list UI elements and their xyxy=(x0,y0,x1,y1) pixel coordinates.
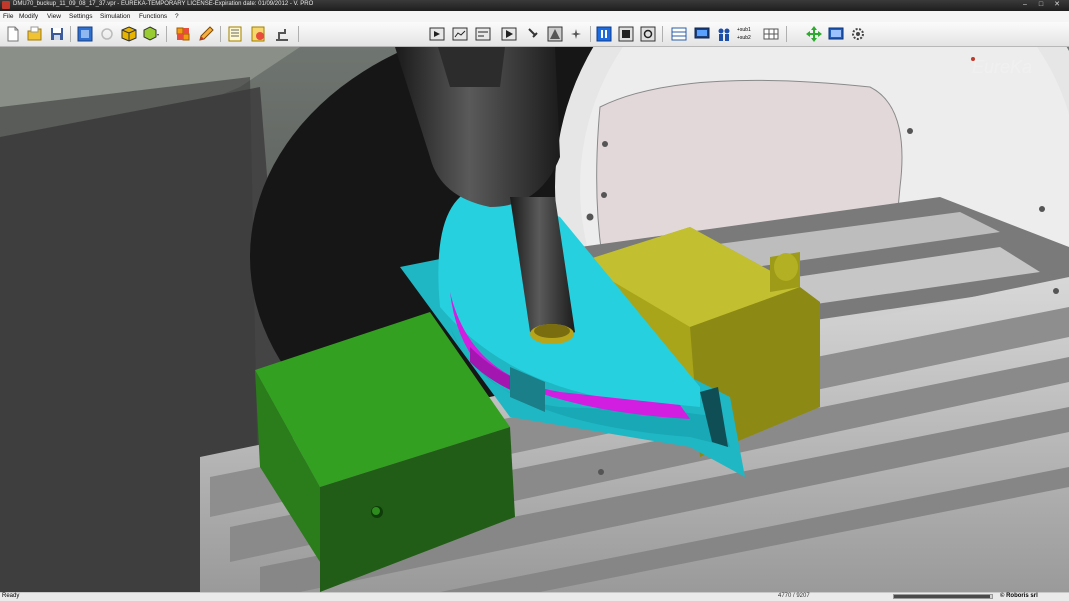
sub-icon[interactable]: +sub1 +sub2 xyxy=(737,25,759,43)
new-file-icon[interactable] xyxy=(4,25,22,43)
reset-icon[interactable] xyxy=(639,25,657,43)
vise-screw xyxy=(774,253,798,281)
logo-dot xyxy=(971,57,975,61)
copyright-text: © Roboris srl xyxy=(1000,593,1038,599)
list-icon[interactable] xyxy=(226,25,244,43)
move-icon[interactable] xyxy=(805,25,823,43)
block-counter: 4770 / 9207 xyxy=(778,593,810,599)
stop-icon[interactable] xyxy=(617,25,635,43)
sub-label-2: +sub2 xyxy=(737,35,751,41)
bolt xyxy=(602,141,608,147)
minimize-button[interactable]: – xyxy=(1018,1,1032,9)
view-icon[interactable] xyxy=(76,25,94,43)
collision-icon[interactable] xyxy=(546,25,564,43)
window-title: DMU70_buckup_11_09_08_17_37.vpr - EUREKA… xyxy=(13,1,314,7)
progress-fill xyxy=(894,595,991,598)
display-icon[interactable] xyxy=(827,25,845,43)
toolbar-separator xyxy=(166,26,167,42)
menu-simulation[interactable]: Simulation xyxy=(100,13,130,20)
toolbar-separator xyxy=(662,26,663,42)
stock-cube-icon[interactable] xyxy=(120,25,138,43)
toolbar-separator xyxy=(70,26,71,42)
maximize-button[interactable]: □ xyxy=(1034,1,1048,9)
pencil-icon[interactable] xyxy=(197,25,215,43)
menu-view[interactable]: View xyxy=(47,13,61,20)
menu-settings[interactable]: Settings xyxy=(69,13,93,20)
monitor-icon[interactable] xyxy=(693,25,711,43)
gear-icon[interactable] xyxy=(849,25,867,43)
tool-icon[interactable] xyxy=(525,25,543,43)
title-bar: DMU70_buckup_11_09_08_17_37.vpr - EUREKA… xyxy=(0,0,1069,11)
toolbar-separator xyxy=(298,26,299,42)
star-icon[interactable] xyxy=(567,25,585,43)
bolt xyxy=(601,192,607,198)
bolt xyxy=(586,213,594,221)
graph-icon[interactable] xyxy=(451,25,469,43)
menu-help[interactable]: ? xyxy=(175,13,179,20)
table-view-icon[interactable] xyxy=(670,25,688,43)
toolbar-separator xyxy=(786,26,787,42)
simulation-viewport[interactable]: EureKa xyxy=(0,47,1069,592)
grid-icon[interactable] xyxy=(762,25,780,43)
sub-label-1: +sub1 xyxy=(737,27,751,33)
bolt xyxy=(598,469,604,475)
toolbar: +sub1 +sub2 xyxy=(0,22,1069,47)
eureka-logo: EureKa xyxy=(972,57,1032,77)
users-icon[interactable] xyxy=(715,25,733,43)
status-text: Ready xyxy=(2,593,20,599)
play-icon[interactable] xyxy=(500,25,518,43)
simulation-progress-bar xyxy=(893,594,993,599)
step-start-icon[interactable] xyxy=(428,25,446,43)
bolt xyxy=(1053,288,1059,294)
pause-icon[interactable] xyxy=(595,25,613,43)
cube-menu-icon[interactable] xyxy=(142,25,160,43)
puzzle-icon[interactable] xyxy=(174,25,192,43)
toolbar-separator xyxy=(220,26,221,42)
machine-icon[interactable] xyxy=(273,25,291,43)
close-button[interactable]: ✕ xyxy=(1050,1,1064,9)
graph-alt-icon[interactable] xyxy=(474,25,492,43)
open-folder-icon[interactable] xyxy=(26,25,44,43)
menu-file[interactable]: File xyxy=(3,13,13,20)
save-icon[interactable] xyxy=(48,25,66,43)
app-icon xyxy=(2,1,10,9)
menu-functions[interactable]: Functions xyxy=(139,13,167,20)
bolt xyxy=(1039,206,1045,212)
bolt xyxy=(907,128,913,134)
menu-modify[interactable]: Modify xyxy=(19,13,38,20)
report-icon[interactable] xyxy=(249,25,267,43)
toolbar-separator xyxy=(590,26,591,42)
machine-scene: EureKa xyxy=(0,47,1069,592)
rotate-icon[interactable] xyxy=(98,25,116,43)
